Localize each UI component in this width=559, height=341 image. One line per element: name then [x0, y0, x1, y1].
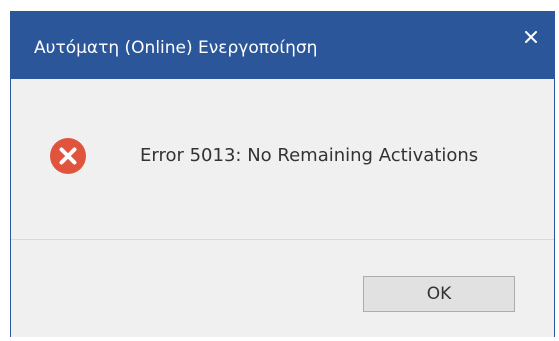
error-icon [50, 138, 86, 174]
activation-dialog: Αυτόματη (Online) Ενεργοποίηση Error 501… [10, 11, 555, 337]
window-title: Αυτόματη (Online) Ενεργοποίηση [34, 38, 318, 58]
close-button[interactable] [514, 22, 548, 52]
close-icon [525, 31, 537, 43]
dialog-footer: OK [11, 240, 554, 337]
ok-button[interactable]: OK [363, 276, 515, 312]
dialog-content: Error 5013: No Remaining Activations [11, 79, 554, 238]
error-message: Error 5013: No Remaining Activations [140, 145, 479, 166]
title-bar[interactable]: Αυτόματη (Online) Ενεργοποίηση [11, 12, 554, 79]
